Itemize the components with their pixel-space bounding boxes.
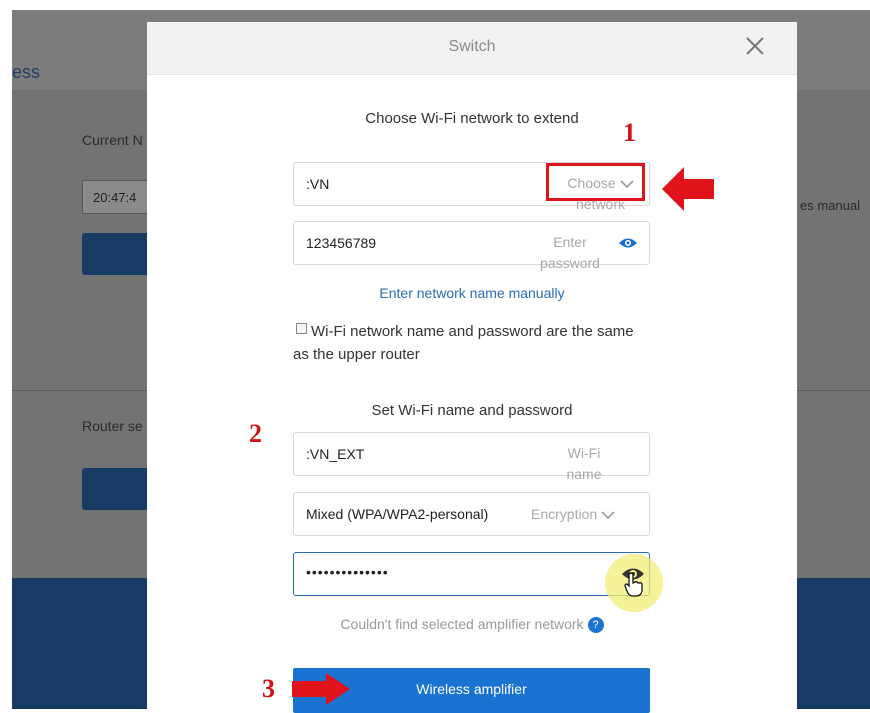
switch-dialog: Switch Choose Wi-Fi network to extend :V… bbox=[147, 22, 797, 713]
wifi-password-field[interactable]: •••••••••••••• bbox=[293, 552, 650, 596]
background-right-text: es manual bbox=[800, 198, 860, 213]
encryption-hint: Encryption bbox=[531, 504, 641, 525]
wifi-name-hint-line2: name bbox=[566, 466, 602, 482]
step-3-label: 3 bbox=[262, 674, 275, 703]
step-2-label: 2 bbox=[249, 419, 262, 448]
hand-cursor-icon bbox=[624, 572, 643, 597]
wifi-name-hint-line1: Wi-Fi bbox=[567, 445, 601, 461]
background-router-label: Router se bbox=[82, 418, 143, 434]
close-icon[interactable] bbox=[742, 33, 768, 59]
enter-network-manually-link[interactable]: Enter network name manually bbox=[147, 285, 797, 301]
amplifier-help-text: Couldn't find selected amplifier network bbox=[340, 616, 584, 632]
encryption-select[interactable]: Mixed (WPA/WPA2-personal) Encryption bbox=[293, 492, 650, 536]
arrow-left-icon bbox=[662, 167, 714, 211]
amplifier-help: Couldn't find selected amplifier network… bbox=[147, 616, 797, 634]
chevron-down-icon bbox=[601, 511, 615, 520]
background-title: ess bbox=[12, 62, 41, 82]
wifi-name-hint: Wi-Fi name bbox=[554, 443, 614, 485]
encryption-hint-label: Encryption bbox=[531, 506, 598, 522]
password-hint-line1: Enter bbox=[553, 234, 587, 250]
help-icon[interactable]: ? bbox=[587, 617, 604, 634]
network-password-field[interactable]: 123456789 Enter password bbox=[293, 221, 650, 271]
choose-network-highlight bbox=[546, 163, 645, 201]
same-as-upper-label: Wi-Fi network name and password are the … bbox=[293, 323, 634, 363]
dialog-header: Switch bbox=[147, 22, 797, 75]
background-current-label: Current N bbox=[82, 132, 143, 148]
password-hint-line2: password bbox=[540, 255, 600, 271]
network-value: :VN bbox=[306, 176, 330, 192]
wifi-name-field[interactable]: :VN_EXT Wi-Fi name bbox=[293, 432, 650, 482]
dialog-title: Switch bbox=[448, 38, 496, 55]
eye-icon[interactable] bbox=[618, 236, 638, 250]
wifi-password-value: •••••••••••••• bbox=[306, 564, 389, 580]
encryption-value: Mixed (WPA/WPA2-personal) bbox=[306, 506, 489, 522]
step-1-label: 1 bbox=[623, 118, 636, 147]
network-password-value: 123456789 bbox=[306, 235, 377, 251]
wifi-name-value: :VN_EXT bbox=[306, 446, 365, 462]
password-hint: Enter password bbox=[530, 232, 610, 274]
set-wifi-heading: Set Wi-Fi name and password bbox=[371, 402, 573, 419]
arrow-right-icon bbox=[292, 673, 350, 705]
extend-heading: Choose Wi-Fi network to extend bbox=[365, 110, 579, 127]
